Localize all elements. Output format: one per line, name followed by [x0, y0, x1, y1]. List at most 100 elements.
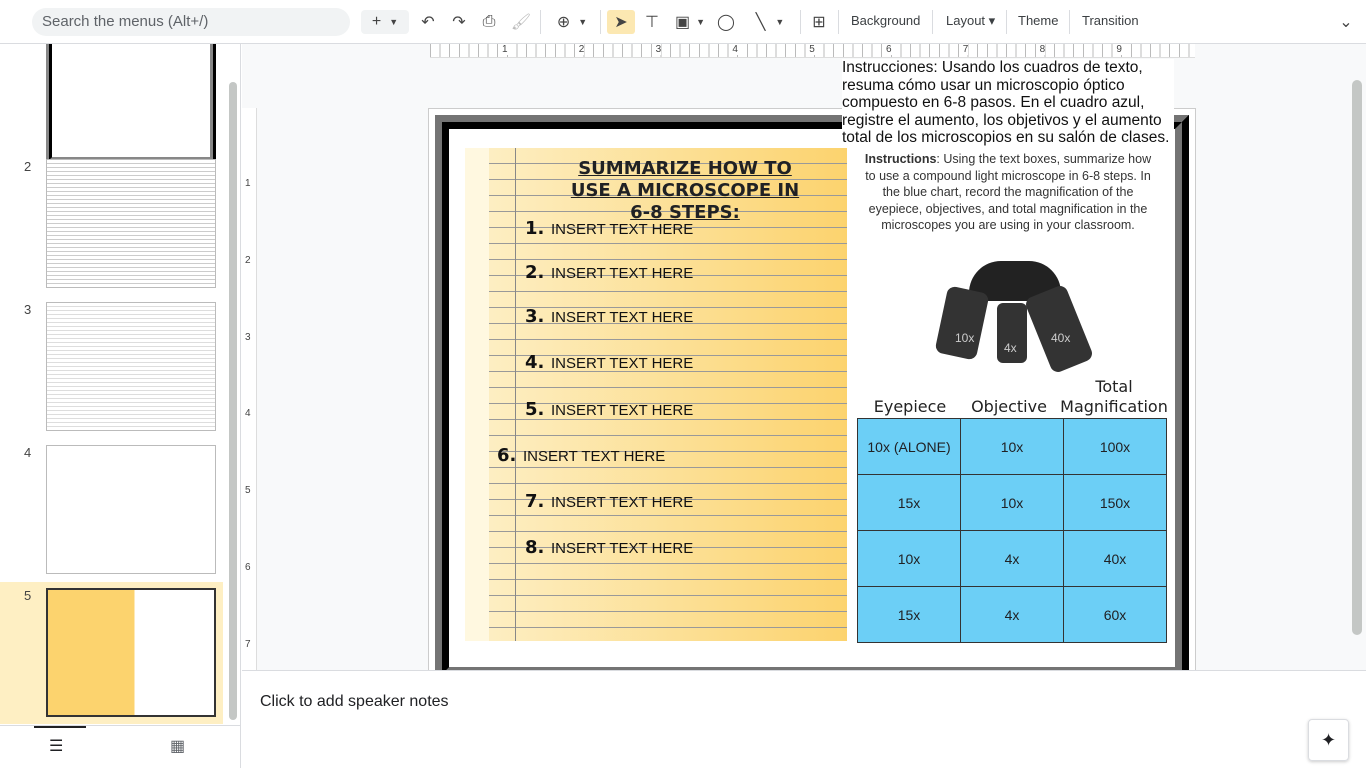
table-row: 15x 4x 60x	[857, 586, 1167, 643]
step-text[interactable]: INSERT TEXT HERE	[551, 402, 693, 419]
shape-icon[interactable]: ◯	[714, 10, 738, 34]
slide[interactable]: SUMMARIZE HOW TO USE A MICROSCOPE IN 6-8…	[428, 108, 1196, 670]
table-cell[interactable]: 4x	[960, 586, 1064, 643]
step-number: 8.	[525, 537, 545, 558]
magnification-table: 10x (ALONE) 10x 100x 15x 10x 150x 10x 4x 40x 15x 4…	[857, 418, 1167, 643]
lined-paper: SUMMARIZE HOW TO USE A MICROSCOPE IN 6-8…	[465, 148, 847, 641]
step-item[interactable]: 8. INSERT TEXT HERE	[525, 537, 693, 558]
step-text[interactable]: INSERT TEXT HERE	[551, 494, 693, 511]
step-number: 1.	[525, 218, 545, 239]
slide-number: 2	[24, 159, 32, 174]
ruler-label: 7	[245, 638, 251, 650]
slide-number: 5	[24, 588, 32, 603]
layout-button[interactable]: Layout ▾	[946, 13, 995, 29]
step-item[interactable]: 3. INSERT TEXT HERE	[525, 306, 693, 327]
ruler-label: 1	[245, 178, 251, 189]
ruler-label: 4	[732, 44, 738, 55]
ruler-label: 5	[245, 485, 251, 497]
search-menus-input[interactable]: Search the menus (Alt+/)	[32, 8, 350, 36]
step-item[interactable]: 7. INSERT TEXT HERE	[525, 491, 693, 512]
slide-number: 4	[24, 445, 32, 460]
microscope-objectives-image: 10x 4x 40x	[934, 261, 1095, 376]
comment-icon[interactable]: ⊞	[807, 10, 831, 34]
table-row: 10x (ALONE) 10x 100x	[857, 418, 1167, 475]
explore-icon[interactable]: ✦	[1308, 719, 1349, 761]
line-icon[interactable]: ╲ ▼	[748, 10, 792, 34]
slide-title: SUMMARIZE HOW TO USE A MICROSCOPE IN 6-8…	[570, 158, 800, 223]
step-number: 3.	[525, 306, 545, 327]
slide-thumbnail-3[interactable]	[46, 302, 216, 431]
table-row: 10x 4x 40x	[857, 530, 1167, 587]
slide-canvas: 1 2 3 4 5 6 7 8 9 1 2 3 4 5 6 7 SUMMARIZE HOW TO USE A…	[242, 44, 1366, 670]
view-toggle-bar: ☰ ▦	[0, 725, 241, 768]
step-text[interactable]: INSERT TEXT HERE	[551, 540, 693, 557]
header-objective: Objective	[971, 397, 1047, 416]
step-item[interactable]: 1. INSERT TEXT HERE	[525, 218, 693, 239]
speaker-notes[interactable]: Click to add speaker notes ✦	[242, 670, 1366, 768]
step-text[interactable]: INSERT TEXT HERE	[551, 265, 693, 282]
ruler-label: 7	[962, 44, 969, 55]
grid-view-icon[interactable]: ▦	[170, 736, 185, 756]
step-item[interactable]: 4. INSERT TEXT HERE	[525, 352, 693, 373]
step-item[interactable]: 6. INSERT TEXT HERE	[497, 445, 665, 466]
table-cell[interactable]: 4x	[960, 530, 1064, 587]
print-icon[interactable]: ⎙	[477, 10, 501, 34]
table-cell[interactable]: 10x	[857, 530, 961, 587]
table-cell[interactable]: 100x	[1063, 418, 1167, 475]
table-cell[interactable]: 10x (ALONE)	[857, 418, 961, 475]
ruler-label: 9	[1116, 44, 1122, 55]
step-number: 2.	[525, 262, 545, 283]
toolbar: Search the menus (Alt+/) + ▼ ↶ ↷ ⎙ 🖌 ⊕ ▼ …	[0, 0, 1366, 44]
table-cell[interactable]: 60x	[1063, 586, 1167, 643]
table-cell[interactable]: 15x	[857, 586, 961, 643]
table-cell[interactable]: 10x	[960, 474, 1064, 531]
ruler-label: 5	[809, 44, 815, 55]
slide-number: 3	[24, 302, 32, 317]
vertical-ruler[interactable]: 1 2 3 4 5 6 7	[242, 108, 257, 670]
step-text[interactable]: INSERT TEXT HERE	[551, 221, 693, 238]
step-item[interactable]: 5. INSERT TEXT HERE	[525, 399, 693, 420]
ruler-label: 1	[502, 44, 508, 55]
undo-icon[interactable]: ↶	[416, 10, 440, 34]
collapse-chevron-icon[interactable]: ⌄	[1334, 10, 1358, 34]
step-text[interactable]: INSERT TEXT HERE	[551, 309, 693, 326]
header-eyepiece: Eyepiece	[873, 397, 947, 416]
table-cell[interactable]: 15x	[857, 474, 961, 531]
background-button[interactable]: Background	[851, 13, 920, 28]
table-cell[interactable]: 40x	[1063, 530, 1167, 587]
ruler-label: 3	[245, 331, 251, 343]
ruler-label: 8	[1039, 44, 1046, 55]
text-box-icon[interactable]: ⊤	[640, 10, 664, 34]
image-icon[interactable]: ▣ ▼	[672, 10, 708, 34]
transition-button[interactable]: Transition	[1082, 13, 1139, 28]
filmstrip-scrollbar[interactable]	[229, 82, 237, 720]
slide-filmstrip: 2 3 4 5	[0, 44, 241, 725]
speaker-notes-placeholder[interactable]: Click to add speaker notes	[260, 693, 449, 711]
step-number: 5.	[525, 399, 545, 420]
table-cell[interactable]: 150x	[1063, 474, 1167, 531]
slide-thumbnail-4[interactable]	[46, 445, 216, 574]
zoom-button[interactable]: ⊕ ▼	[550, 10, 594, 34]
table-cell[interactable]: 10x	[960, 418, 1064, 475]
paint-format-icon[interactable]: 🖌	[509, 10, 533, 34]
canvas-scrollbar[interactable]	[1352, 80, 1362, 635]
slide-thumbnail-5[interactable]	[46, 588, 216, 717]
select-cursor-icon[interactable]: ➤	[607, 10, 635, 34]
horizontal-ruler[interactable]: 1 2 3 4 5 6 7 8 9	[430, 44, 1195, 58]
step-number: 7.	[525, 491, 545, 512]
slide-thumbnail-2[interactable]	[46, 159, 216, 288]
step-text[interactable]: INSERT TEXT HERE	[551, 355, 693, 372]
ruler-label: 6	[886, 44, 892, 55]
spanish-instructions-textbox[interactable]: Instrucciones: Usando los cuadros de tex…	[842, 59, 1174, 147]
table-row: 15x 10x 150x	[857, 474, 1167, 531]
step-number: 4.	[525, 352, 545, 373]
slide-thumbnail-1[interactable]	[46, 44, 216, 163]
ruler-label: 6	[245, 562, 251, 573]
step-text[interactable]: INSERT TEXT HERE	[523, 448, 665, 465]
step-item[interactable]: 2. INSERT TEXT HERE	[525, 262, 693, 283]
instructions-text: Instructions: Using the text boxes, summ…	[864, 152, 1152, 232]
new-slide-button[interactable]: + ▼	[361, 10, 409, 34]
redo-icon[interactable]: ↷	[447, 10, 471, 34]
list-view-icon[interactable]: ☰	[49, 736, 63, 756]
theme-button[interactable]: Theme	[1018, 13, 1058, 28]
